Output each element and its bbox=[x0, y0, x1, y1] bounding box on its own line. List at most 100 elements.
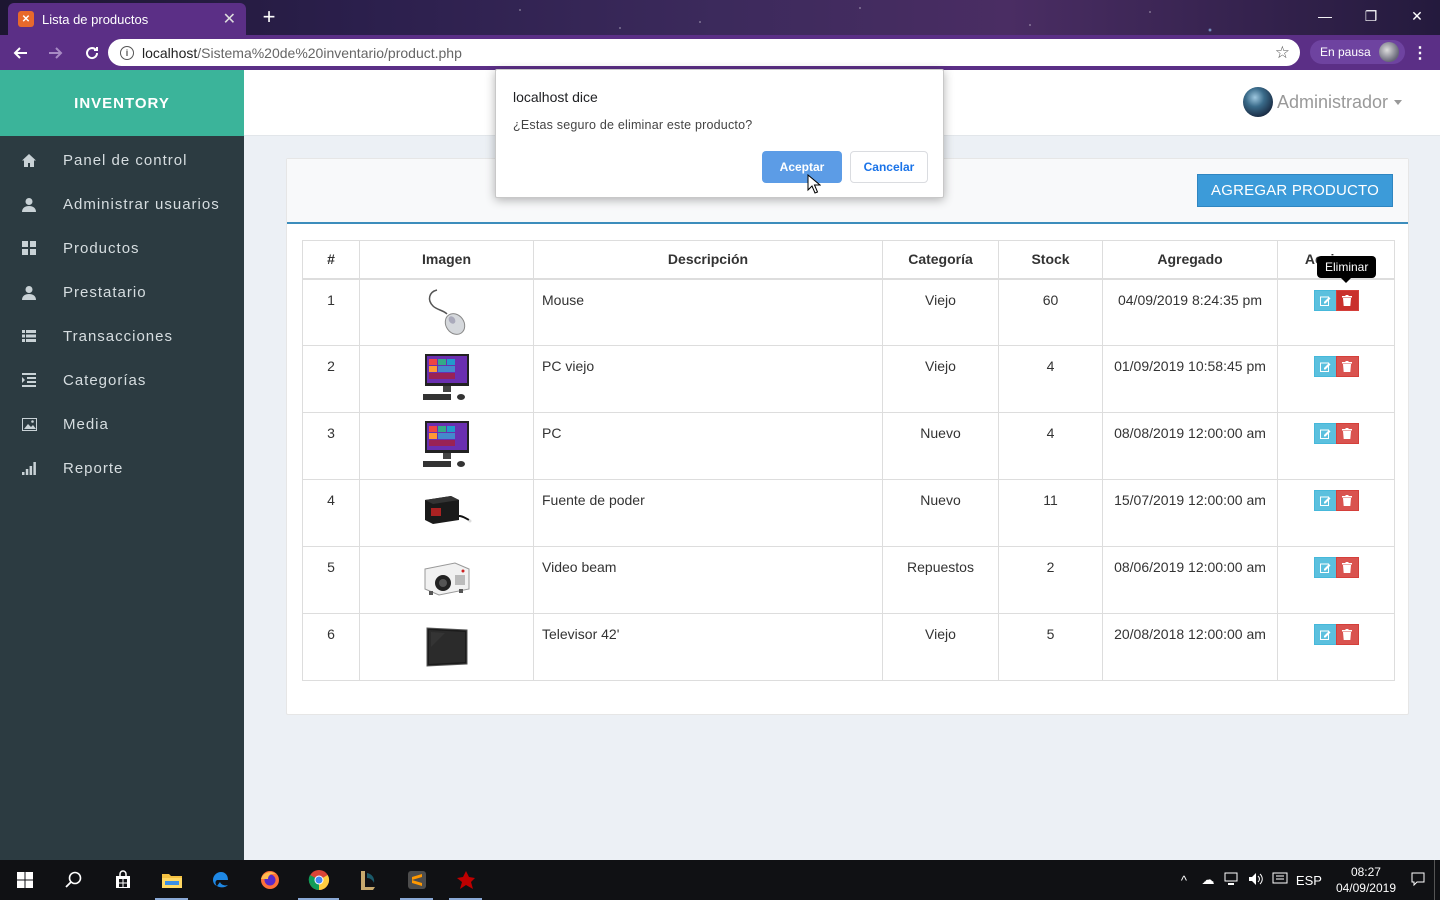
taskbar-game-app[interactable] bbox=[343, 860, 392, 900]
reload-button[interactable] bbox=[76, 37, 108, 69]
table-header-row: # Imagen Descripción Categoría Stock Agr… bbox=[302, 240, 1395, 280]
profile-sync-button[interactable]: En pausa bbox=[1310, 40, 1405, 64]
column-header: Categoría bbox=[882, 240, 999, 280]
browser-menu-icon[interactable]: ⋮ bbox=[1412, 43, 1428, 63]
edit-icon bbox=[1319, 362, 1330, 372]
new-tab-button[interactable]: + bbox=[256, 5, 282, 31]
network-icon[interactable] bbox=[1220, 872, 1244, 889]
sidebar-item-transacciones[interactable]: Transacciones bbox=[0, 314, 244, 358]
edit-icon bbox=[1319, 563, 1330, 573]
bookmark-star-icon[interactable]: ☆ bbox=[1275, 43, 1290, 63]
accept-button[interactable]: Aceptar bbox=[762, 151, 842, 183]
action-center-icon[interactable] bbox=[1406, 872, 1430, 889]
row-number: 2 bbox=[302, 345, 360, 413]
product-description: PC viejo bbox=[533, 345, 883, 413]
brand-logo[interactable]: INVENTORY bbox=[0, 70, 244, 136]
sidebar-item-prestatario[interactable]: Prestatario bbox=[0, 270, 244, 314]
close-window-button[interactable]: ✕ bbox=[1394, 0, 1440, 32]
edit-button[interactable] bbox=[1313, 490, 1337, 511]
forward-button[interactable] bbox=[40, 37, 72, 69]
browser-tab[interactable]: ✕ Lista de productos ✕ bbox=[8, 3, 246, 35]
delete-button[interactable] bbox=[1335, 356, 1359, 377]
caret-down-icon bbox=[1394, 99, 1402, 105]
browser-tabstrip: ✕ Lista de productos ✕ + — ❐ ✕ bbox=[0, 0, 1440, 35]
delete-button[interactable] bbox=[1335, 557, 1359, 578]
taskbar-edge[interactable] bbox=[196, 860, 245, 900]
cancel-button[interactable]: Cancelar bbox=[850, 151, 928, 183]
edit-button[interactable] bbox=[1313, 289, 1337, 311]
chevron-up-icon[interactable]: ^ bbox=[1172, 873, 1196, 888]
taskbar-filezilla[interactable] bbox=[441, 860, 490, 900]
sidebar-item-label: Media bbox=[63, 415, 109, 433]
profile-status: En pausa bbox=[1320, 45, 1371, 59]
taskbar-sublime-text[interactable] bbox=[392, 860, 441, 900]
add-product-button[interactable]: AGREGAR PRODUCTO bbox=[1197, 174, 1393, 207]
taskbar-file-explorer[interactable] bbox=[147, 860, 196, 900]
edit-button[interactable] bbox=[1313, 423, 1337, 444]
column-header: Agregado bbox=[1102, 240, 1278, 280]
column-header: Descripción bbox=[533, 240, 883, 280]
start-button[interactable] bbox=[0, 860, 49, 900]
show-desktop-button[interactable] bbox=[1434, 860, 1440, 900]
taskbar-clock[interactable]: 08:27 04/09/2019 bbox=[1326, 864, 1406, 896]
sidebar-item-reporte[interactable]: Reporte bbox=[0, 446, 244, 490]
sidebar-item-label: Panel de control bbox=[63, 151, 188, 169]
tab-close-icon[interactable]: ✕ bbox=[223, 9, 236, 29]
windows-taskbar: ^ ☁ ESP 08:27 04/09/2019 bbox=[0, 860, 1440, 900]
delete-button[interactable] bbox=[1335, 289, 1359, 311]
user-menu[interactable]: Administrador bbox=[1242, 84, 1402, 120]
row-actions bbox=[1277, 613, 1395, 681]
delete-tooltip: Eliminar bbox=[1317, 256, 1377, 283]
url-path: /Sistema%20de%20inventario/product.php bbox=[197, 44, 462, 61]
delete-button[interactable] bbox=[1335, 624, 1359, 645]
dialog-title: localhost dice bbox=[513, 89, 598, 105]
notification-icon[interactable] bbox=[1268, 872, 1292, 889]
restore-button[interactable]: ❐ bbox=[1348, 0, 1394, 32]
taskbar-firefox[interactable] bbox=[245, 860, 294, 900]
address-bar[interactable]: i localhost/Sistema%20de%20inventario/pr… bbox=[108, 39, 1300, 66]
back-button[interactable] bbox=[4, 37, 36, 69]
row-number: 6 bbox=[302, 613, 360, 681]
edit-icon bbox=[1319, 429, 1330, 439]
language-indicator[interactable]: ESP bbox=[1292, 873, 1326, 888]
delete-button[interactable] bbox=[1335, 490, 1359, 511]
search-icon bbox=[64, 871, 81, 888]
onedrive-icon[interactable]: ☁ bbox=[1196, 872, 1220, 888]
product-stock: 11 bbox=[998, 479, 1103, 547]
trash-icon bbox=[1342, 361, 1352, 372]
product-stock: 60 bbox=[998, 278, 1103, 346]
search-button[interactable] bbox=[49, 860, 98, 900]
sidebar-item-media[interactable]: Media bbox=[0, 402, 244, 446]
browser-toolbar: i localhost/Sistema%20de%20inventario/pr… bbox=[0, 35, 1440, 70]
back-arrow-icon bbox=[13, 46, 27, 59]
row-number: 3 bbox=[302, 412, 360, 480]
filezilla-icon bbox=[456, 871, 475, 889]
taskbar-store[interactable] bbox=[98, 860, 147, 900]
window-controls: — ❐ ✕ bbox=[1302, 0, 1440, 32]
product-stock: 4 bbox=[998, 345, 1103, 413]
sidebar: INVENTORY Panel de control Administrar u… bbox=[0, 70, 244, 860]
minimize-button[interactable]: — bbox=[1302, 0, 1348, 32]
delete-button[interactable] bbox=[1335, 423, 1359, 444]
edit-button[interactable] bbox=[1313, 557, 1337, 578]
sidebar-item-administrar-usuarios[interactable]: Administrar usuarios bbox=[0, 182, 244, 226]
taskbar-chrome[interactable] bbox=[294, 860, 343, 900]
chrome-icon bbox=[308, 870, 329, 891]
edit-button[interactable] bbox=[1313, 356, 1337, 377]
product-category: Nuevo bbox=[882, 479, 999, 547]
table-row: 5 Video beam Repuestos 2 08/06/2019 12:0… bbox=[302, 546, 1395, 614]
volume-icon[interactable] bbox=[1244, 872, 1268, 889]
table-row: 4 Fuente de poder Nuevo 11 15/07/2019 12… bbox=[302, 479, 1395, 547]
sidebar-item-label: Transacciones bbox=[63, 327, 173, 345]
user-name: Administrador bbox=[1276, 91, 1388, 112]
sidebar-item-productos[interactable]: Productos bbox=[0, 226, 244, 270]
indent-icon bbox=[21, 372, 37, 388]
home-icon bbox=[21, 152, 37, 168]
sidebar-item-panel-de-control[interactable]: Panel de control bbox=[0, 138, 244, 182]
info-icon[interactable]: i bbox=[120, 45, 134, 60]
sidebar-item-categorias[interactable]: Categorías bbox=[0, 358, 244, 402]
trash-icon bbox=[1342, 562, 1352, 573]
edit-icon bbox=[1319, 496, 1330, 506]
row-actions bbox=[1277, 345, 1395, 413]
edit-button[interactable] bbox=[1313, 624, 1337, 645]
